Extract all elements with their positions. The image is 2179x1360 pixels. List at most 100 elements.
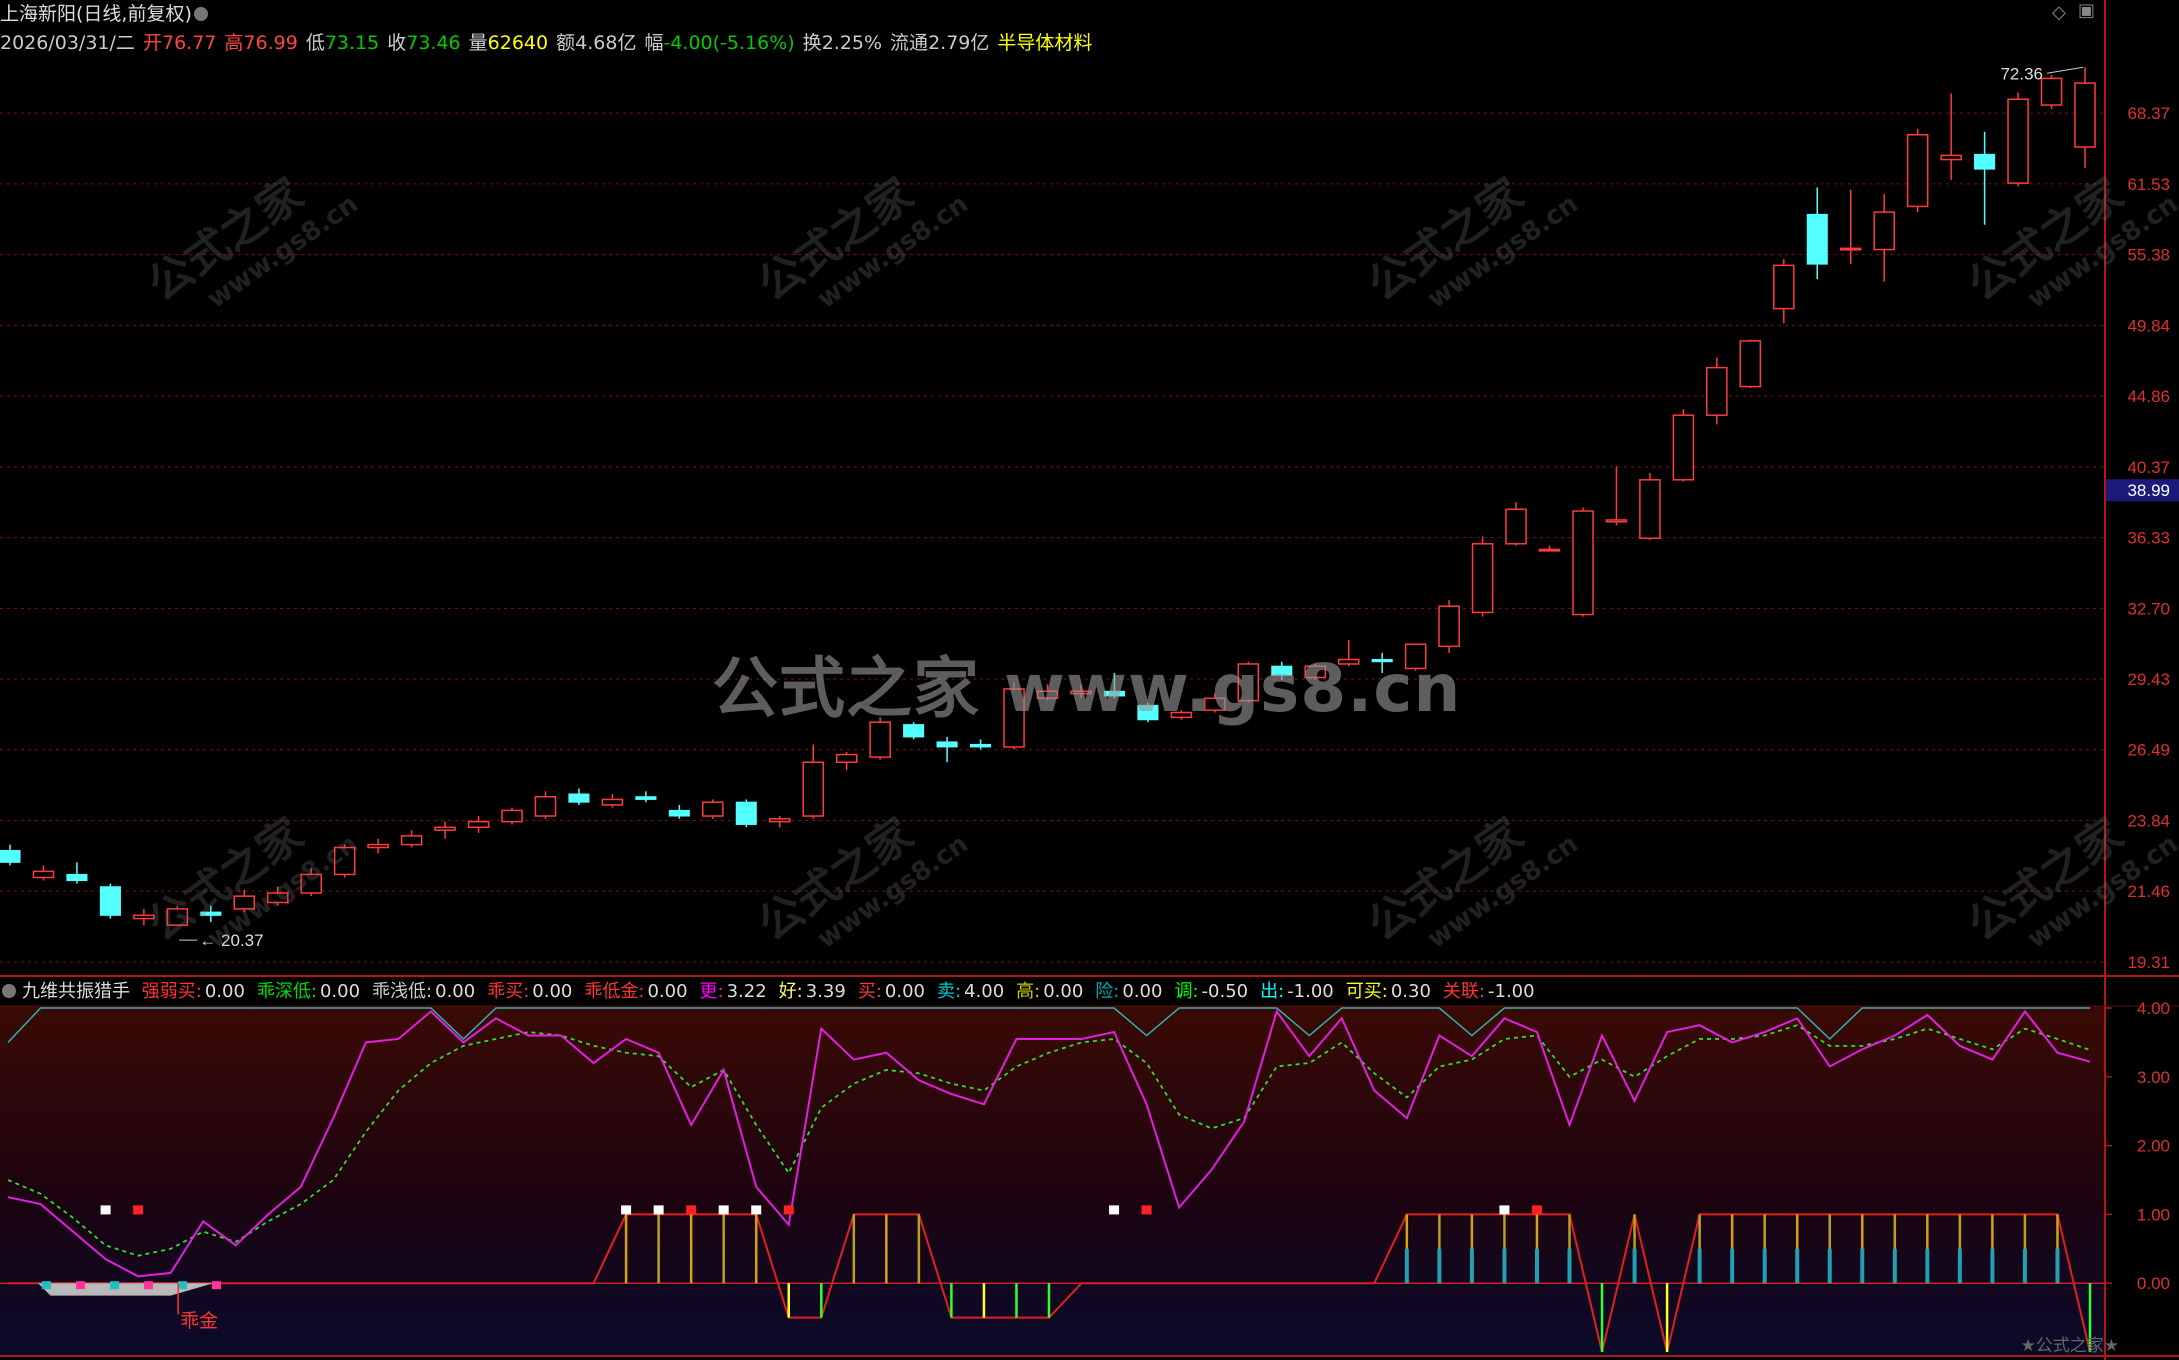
indicator-field-value: 0.00 [319, 981, 361, 1002]
high-marker-arrow [2046, 66, 2084, 74]
candle-body [1739, 340, 1762, 388]
indicator-field-label: 乖深低: [256, 981, 317, 1002]
candle-body [1940, 154, 1962, 161]
indicator-field-value: 0.00 [1043, 981, 1084, 1002]
candle-body [1505, 508, 1527, 545]
candle-body [2007, 98, 2029, 184]
candle-body [1572, 510, 1594, 616]
price-tick-label: 61.53 [2127, 175, 2170, 194]
candle-body [0, 849, 21, 863]
quote-label: 流通 [890, 32, 929, 54]
period-label[interactable]: (日线,前复权) [76, 3, 192, 25]
osc-tick-label: 1.00 [2137, 1205, 2170, 1224]
candle-body [970, 743, 992, 748]
quote-label: 收 [387, 32, 407, 54]
candle-body [133, 914, 155, 920]
indicator-field: 买: 0.00 [858, 981, 931, 1002]
candle-body [635, 796, 657, 800]
candle-body [1639, 479, 1661, 539]
indicator-field-value: 3.39 [805, 981, 846, 1002]
candle-body [735, 801, 757, 825]
quote-label: 量 [468, 32, 488, 54]
indicator-field-label: 强弱买: [141, 981, 202, 1002]
quote-value: 2.25% [821, 32, 883, 54]
indicator-field: 高: 0.00 [1016, 981, 1089, 1002]
candle-body [835, 753, 858, 764]
indicator-field-value: -0.50 [1201, 981, 1249, 1002]
indicator-field-label: 调: [1174, 981, 1199, 1002]
price-tick-label: 36.33 [2127, 529, 2170, 548]
buy-zone-dot [212, 1281, 221, 1290]
quote-label: 高 [224, 32, 244, 54]
buy-zone-dot [110, 1281, 119, 1290]
indicator-field-value: 4.00 [964, 981, 1005, 1002]
indicator-menu-icon[interactable] [2, 984, 16, 998]
signal-marker [133, 1205, 144, 1215]
candle-body [802, 761, 825, 817]
candle-body [333, 846, 356, 876]
indicator-field: 更: 3.22 [700, 981, 773, 1002]
signal-marker [686, 1205, 697, 1215]
candle-body [668, 809, 690, 817]
candle-body [467, 820, 490, 829]
indicator-field-label: 乖浅低: [372, 981, 433, 1002]
price-tick-label: 55.38 [2127, 246, 2170, 265]
indicator-field-value: 0.00 [204, 981, 245, 1002]
price-tick-label: 19.31 [2127, 953, 2170, 972]
indicator-field: 调: -0.50 [1174, 981, 1254, 1002]
candle-body [1471, 543, 1494, 614]
indicator-field-label: 卖: [936, 981, 962, 1002]
indicator-field: 乖浅低: 0.00 [372, 981, 481, 1002]
price-tick-label: 29.43 [2127, 670, 2170, 689]
quote-value: 62640 [487, 32, 549, 54]
indicator-field: 卖: 4.00 [937, 981, 1010, 1002]
buy-zone-dot [144, 1281, 153, 1290]
quote-value: 4.68亿 [575, 32, 637, 54]
window-icon[interactable]: ▣ [2078, 0, 2095, 21]
price-tick-label: 44.86 [2127, 387, 2170, 406]
candle-body [2040, 77, 2063, 106]
quote-value: 76.99 [243, 32, 298, 54]
indicator-field-label: 好: [778, 981, 803, 1002]
center-watermark: 公式之家 www.gs8.cn [712, 650, 1462, 727]
high-marker-label: 72.36 [2000, 64, 2043, 83]
indicator-field-label: 乖买: [487, 981, 530, 1002]
indicator-title[interactable]: 九维共振猎手 [22, 981, 130, 1002]
price-tick-label: 21.46 [2127, 882, 2170, 901]
candle-body [936, 741, 958, 748]
candle-body [1605, 519, 1628, 523]
signal-marker [751, 1205, 762, 1215]
candle-body [166, 908, 189, 926]
quote-row: 2026/03/31/二 开76.77 高76.99 低73.15 收73.46 量62… [0, 29, 1094, 58]
indicator-field: 乖买: 0.00 [487, 981, 578, 1002]
candle-body [32, 870, 55, 879]
stock-name[interactable]: 上海新阳 [0, 3, 76, 25]
quote-label: 额 [556, 32, 576, 54]
buy-zone-dot [76, 1281, 85, 1290]
candles: 72.36 ← 20.37 [0, 64, 2096, 950]
price-tick-label: 40.37 [2127, 458, 2170, 477]
candle-body [702, 801, 724, 817]
osc-tick-label: 3.00 [2137, 1068, 2170, 1087]
dropdown-icon[interactable] [193, 7, 208, 21]
candle-body [1974, 153, 1996, 170]
signal-marker [783, 1205, 794, 1215]
candle-body [2074, 82, 2096, 148]
diamond-icon[interactable]: ◇ [2052, 2, 2066, 23]
indicator-field: 可买: 0.30 [1346, 981, 1437, 1002]
signal-marker [1141, 1205, 1152, 1215]
candle-body [266, 892, 289, 904]
candle-body [300, 873, 322, 894]
indicator-field: 乖深低: 0.00 [257, 981, 366, 1002]
buy-zone-dot [42, 1281, 51, 1290]
quote-value: 2.79亿 [928, 32, 990, 54]
quote-header: 上海新阳(日线,前复权) 2026/03/31/二 开76.77 高76.99 低7… [0, 0, 2105, 58]
candle-body [233, 895, 256, 910]
indicator-field-label: 险: [1095, 981, 1120, 1002]
signal-marker [718, 1205, 729, 1215]
osc-tick-label: 0.00 [2137, 1274, 2170, 1293]
signal-marker [653, 1205, 664, 1215]
osc-tick-label: 4.00 [2137, 999, 2170, 1018]
candle-body [1773, 264, 1795, 310]
candle-body [1906, 134, 1929, 208]
